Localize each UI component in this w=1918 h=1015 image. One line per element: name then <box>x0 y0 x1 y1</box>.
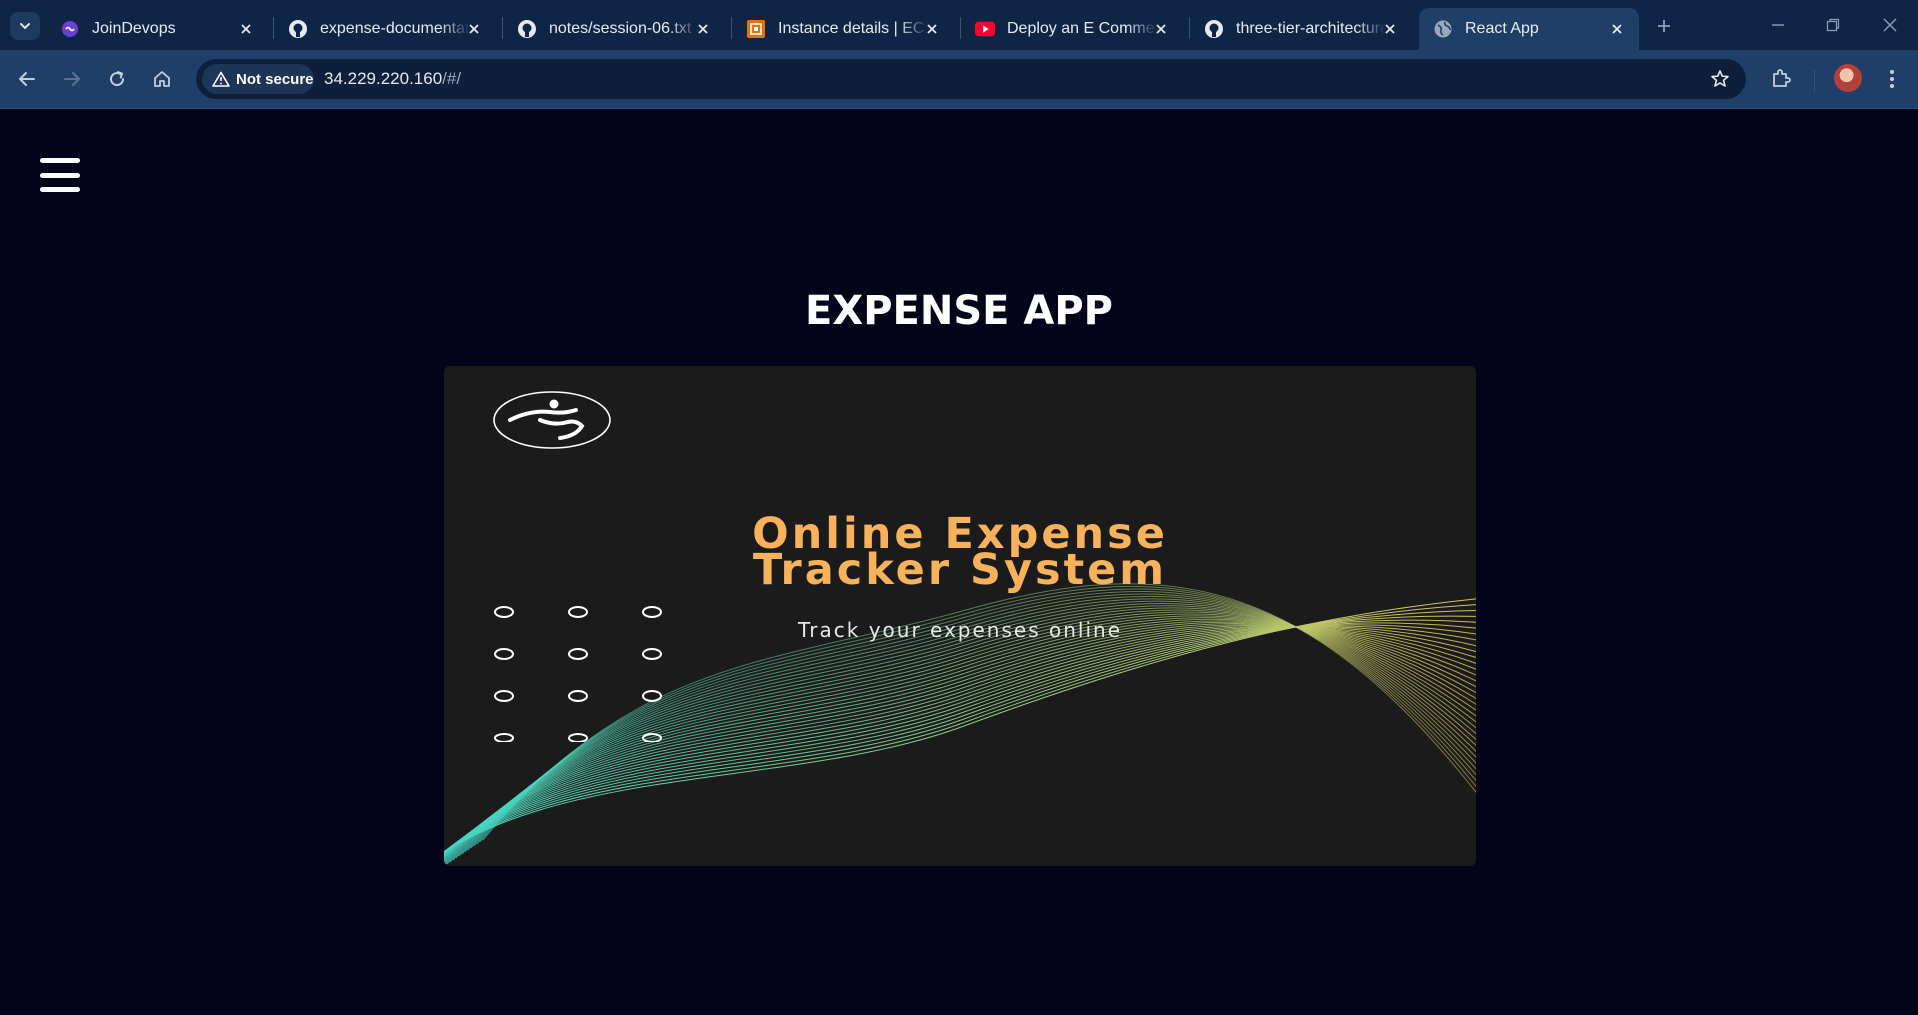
banner-headline-line-2: Tracker System <box>752 545 1168 595</box>
toolbar-divider <box>1814 70 1815 92</box>
profile-avatar[interactable] <box>1834 64 1862 92</box>
forward-button[interactable] <box>57 64 87 94</box>
home-button[interactable] <box>147 64 177 94</box>
menu-line <box>40 158 80 163</box>
url-path: /#/ <box>442 69 462 88</box>
address-bar[interactable]: Not secure 34.229.220.160/#/ <box>196 59 1746 99</box>
warning-triangle-icon <box>212 71 230 87</box>
chevron-down-icon <box>20 23 30 30</box>
browser-tab-expense-documentation[interactable]: expense-documentation <box>274 8 496 50</box>
more-vertical-icon <box>1890 70 1894 88</box>
minimize-icon <box>1772 24 1784 26</box>
menu-line <box>40 172 80 178</box>
close-icon[interactable] <box>464 19 484 39</box>
close-icon[interactable] <box>693 19 713 39</box>
runner-logo-icon <box>493 391 611 449</box>
close-icon <box>1883 18 1897 32</box>
browser-tab-notes-session[interactable]: notes/session-06.txt at main <box>503 8 725 50</box>
page-title: EXPENSE APP <box>805 288 1113 334</box>
youtube-icon <box>975 19 995 39</box>
plus-icon <box>1658 20 1670 32</box>
github-icon <box>517 19 537 39</box>
globe-icon <box>1433 19 1453 39</box>
joindevops-favicon-icon <box>60 19 80 39</box>
menu-line <box>40 187 80 192</box>
close-icon[interactable] <box>1380 19 1400 39</box>
tab-title: expense-documentation <box>320 20 470 37</box>
minimize-window-button[interactable] <box>1758 10 1798 40</box>
url-host: 34.229.220.160 <box>324 69 443 88</box>
back-button[interactable] <box>12 64 42 94</box>
puzzle-icon <box>1773 69 1791 87</box>
tab-title: Deploy an E Commerce <box>1007 20 1157 37</box>
tab-title: React App <box>1465 20 1539 37</box>
tab-title: Instance details | EC2 <box>778 20 928 37</box>
new-tab-button[interactable] <box>1650 12 1678 40</box>
home-icon <box>154 71 170 87</box>
browser-tab-strip: JoinDevops expense-documentation notes/s… <box>0 0 1918 50</box>
browser-tab-youtube-deploy[interactable]: Deploy an E Commerce <box>961 8 1183 50</box>
tab-search-button[interactable] <box>10 12 40 40</box>
browser-tab-react-app[interactable]: React App <box>1419 8 1639 50</box>
security-label: Not secure <box>236 70 314 88</box>
browser-tab-ec2-instance[interactable]: Instance details | EC2 <box>732 8 954 50</box>
tab-title: notes/session-06.txt at main <box>549 20 699 37</box>
bookmark-star-button[interactable] <box>1708 67 1732 91</box>
arrow-right-icon <box>64 72 80 86</box>
hamburger-menu-icon[interactable] <box>40 158 80 192</box>
browser-menu-button[interactable] <box>1880 64 1904 94</box>
github-icon <box>1204 19 1224 39</box>
close-icon[interactable] <box>1151 19 1171 39</box>
restore-icon <box>1826 18 1840 32</box>
close-icon[interactable] <box>1607 19 1627 39</box>
browser-tab-three-tier[interactable]: three-tier-architecture <box>1190 8 1412 50</box>
close-icon[interactable] <box>236 19 256 39</box>
aws-ec2-icon <box>746 19 766 39</box>
dot-grid-graphic <box>494 606 662 742</box>
tab-title: three-tier-architecture <box>1236 20 1386 37</box>
url-text[interactable]: 34.229.220.160/#/ <box>324 69 461 89</box>
tab-title: JoinDevops <box>92 20 176 37</box>
toolbar-divider-line <box>0 108 1918 109</box>
github-icon <box>288 19 308 39</box>
browser-toolbar: Not secure 34.229.220.160/#/ <box>0 50 1918 109</box>
extensions-button[interactable] <box>1766 64 1796 94</box>
banner-headline: Online Expense Tracker System <box>444 513 1476 595</box>
arrow-left-icon <box>19 72 35 86</box>
restore-window-button[interactable] <box>1813 10 1853 40</box>
security-indicator[interactable]: Not secure <box>202 64 314 94</box>
reload-icon <box>110 71 125 87</box>
reload-button[interactable] <box>102 64 132 94</box>
close-icon[interactable] <box>922 19 942 39</box>
close-window-button[interactable] <box>1870 10 1910 40</box>
star-icon <box>1711 70 1729 87</box>
browser-tab-joindevops[interactable]: JoinDevops <box>46 8 268 50</box>
hero-banner: Online Expense Tracker System Track your… <box>444 366 1476 866</box>
